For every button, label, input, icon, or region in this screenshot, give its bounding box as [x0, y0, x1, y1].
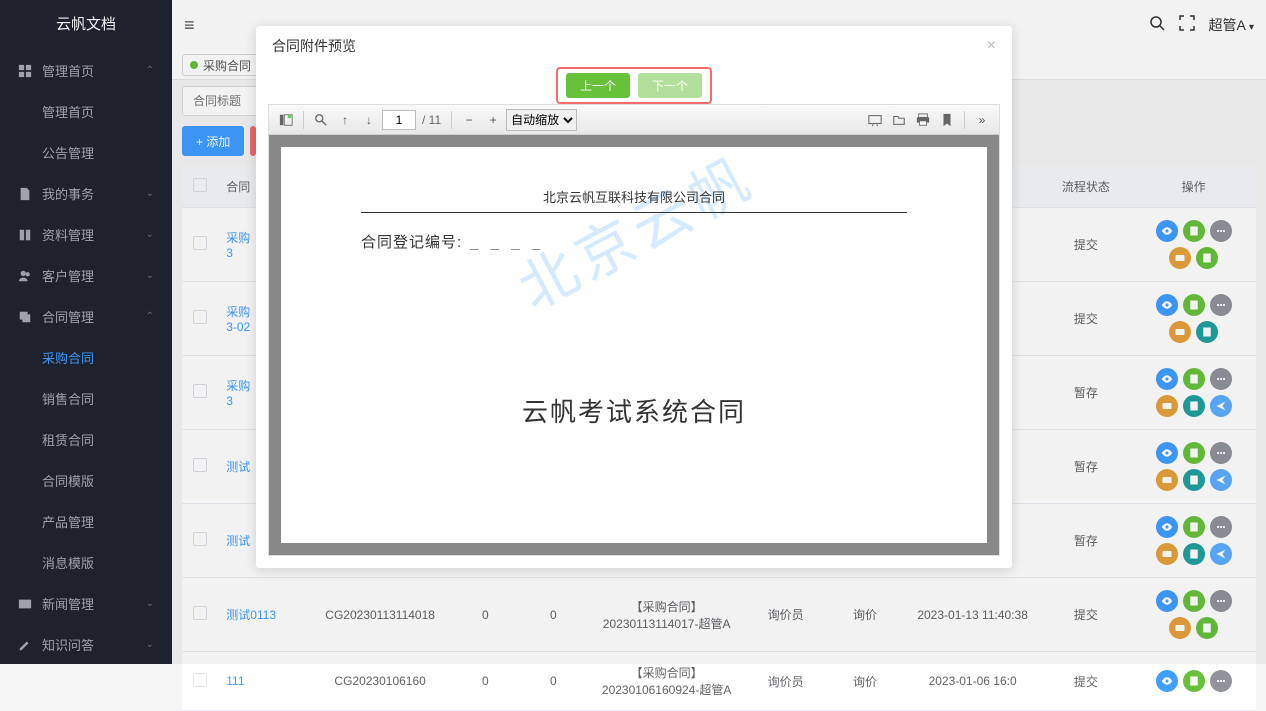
next-button[interactable]: 下一个: [638, 73, 702, 98]
modal-title: 合同附件预览: [272, 36, 356, 56]
prev-button[interactable]: 上一个: [566, 73, 630, 98]
print-icon[interactable]: [912, 109, 934, 131]
pdf-page-area[interactable]: 北京云帆 北京云帆互联科技有限公司合同 合同登记编号:_ _ _ _ 云帆考试系…: [269, 135, 999, 555]
page-total: / 11: [422, 113, 441, 127]
presentation-icon[interactable]: [864, 109, 886, 131]
nav-highlight-box: 上一个 下一个: [556, 67, 712, 104]
open-file-icon[interactable]: [888, 109, 910, 131]
zoom-out-icon[interactable]: −: [458, 109, 480, 131]
view-icon[interactable]: [1156, 670, 1178, 692]
edit-icon[interactable]: [1183, 670, 1205, 692]
bookmark-icon[interactable]: [936, 109, 958, 131]
find-icon[interactable]: [310, 109, 332, 131]
row-checkbox[interactable]: [193, 673, 207, 687]
row-actions: [1144, 670, 1244, 692]
doc-company: 北京云帆互联科技有限公司合同: [361, 187, 907, 212]
doc-main-title: 云帆考试系统合同: [361, 392, 907, 429]
modal-close-icon[interactable]: ×: [987, 37, 996, 55]
zoom-select[interactable]: 自动缩放: [506, 109, 577, 131]
pdf-viewer: ↑ ↓ / 11 − + 自动缩放 »: [268, 104, 1000, 556]
preview-modal: 合同附件预览 × 上一个 下一个 ↑ ↓ / 11 − + 自动缩放: [256, 26, 1012, 568]
pdf-paper: 北京云帆 北京云帆互联科技有限公司合同 合同登记编号:_ _ _ _ 云帆考试系…: [281, 147, 987, 543]
sidebar-toggle-icon[interactable]: [275, 109, 297, 131]
pdf-toolbar: ↑ ↓ / 11 − + 自动缩放 »: [269, 105, 999, 135]
next-page-icon[interactable]: ↓: [358, 109, 380, 131]
prev-page-icon[interactable]: ↑: [334, 109, 356, 131]
more-icon[interactable]: [1210, 670, 1232, 692]
page-input[interactable]: [382, 110, 416, 130]
tools-icon[interactable]: »: [971, 109, 993, 131]
doc-hr: [361, 212, 907, 213]
doc-reg-no: 合同登记编号:_ _ _ _: [361, 231, 907, 252]
zoom-in-icon[interactable]: +: [482, 109, 504, 131]
